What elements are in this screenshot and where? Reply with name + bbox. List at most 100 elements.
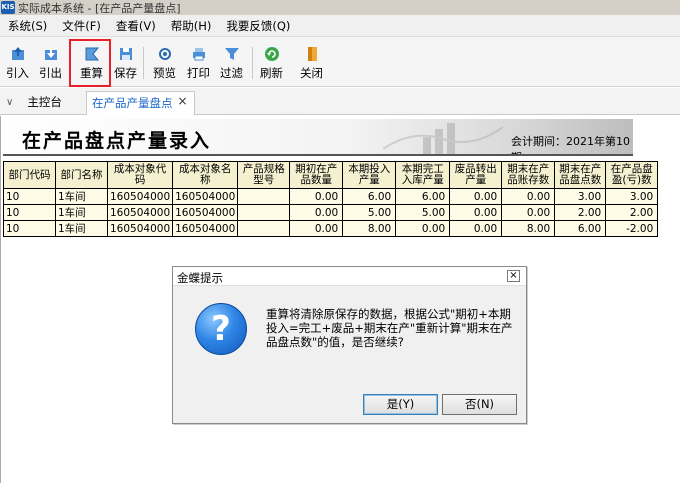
column-header[interactable]: 成本对象代码 xyxy=(106,161,174,189)
filter-button[interactable]: 过滤 xyxy=(220,42,243,84)
accounting-period: 会计期间：2021年第10期 xyxy=(511,135,630,154)
save-button[interactable]: 保存 xyxy=(114,42,137,84)
table-cell[interactable]: 160504000 xyxy=(172,220,239,237)
column-header[interactable]: 成本对象名称 xyxy=(172,161,239,189)
tab-home-label: 主控台 xyxy=(27,95,62,109)
table-cell[interactable]: 2.00 xyxy=(554,204,607,221)
table-cell[interactable]: 1车间 xyxy=(55,188,108,205)
toolbar-separator xyxy=(252,47,253,79)
table-cell[interactable]: 8.00 xyxy=(342,220,397,237)
print-button[interactable]: 打印 xyxy=(187,42,210,84)
column-header[interactable]: 期初在产品数量 xyxy=(289,161,344,189)
table-cell[interactable]: 6.00 xyxy=(554,220,607,237)
page-banner: 在产品盘点产量录入 会计期间：2021年第10期 xyxy=(3,119,633,156)
column-header[interactable]: 废品转出产量 xyxy=(449,161,503,189)
tab-home[interactable]: ∨ 主控台 xyxy=(6,94,62,110)
refresh-button[interactable]: 刷新 xyxy=(260,42,283,84)
table-cell[interactable]: 160504000 xyxy=(106,204,174,221)
export-icon xyxy=(42,45,60,63)
table-row[interactable]: 10 1车间 160504000 160504000 0.00 8.00 0.0… xyxy=(3,220,659,237)
table-row[interactable]: 10 1车间 160504000 160504000 0.00 6.00 6.0… xyxy=(3,188,659,205)
menu-help[interactable]: 帮助(H) xyxy=(163,18,219,34)
table-cell[interactable]: 6.00 xyxy=(395,188,451,205)
table-cell[interactable] xyxy=(237,220,291,237)
table-cell[interactable] xyxy=(237,204,291,221)
title-bar: KIS 实际成本系统 - [在产品产量盘点] xyxy=(0,0,680,15)
column-header[interactable]: 部门名称 xyxy=(55,161,108,189)
column-header[interactable]: 本期投入产量 xyxy=(342,161,397,189)
table-cell[interactable]: -2.00 xyxy=(605,220,659,237)
table-cell[interactable]: 3.00 xyxy=(605,188,659,205)
menu-file[interactable]: 文件(F) xyxy=(54,18,108,34)
table-cell[interactable]: 160504000 xyxy=(106,188,174,205)
toolbar-separator xyxy=(143,47,144,79)
table-cell[interactable]: 160504000 xyxy=(172,204,239,221)
preview-icon xyxy=(156,45,174,63)
table-cell[interactable]: 0.00 xyxy=(289,188,344,205)
table-cell[interactable]: 0.00 xyxy=(289,204,344,221)
menu-bar: 系统(S) 文件(F) 查看(V) 帮助(H) 我要反馈(Q) xyxy=(0,15,680,37)
table-cell[interactable]: 0.00 xyxy=(289,220,344,237)
preview-button[interactable]: 预览 xyxy=(153,42,176,84)
refresh-icon xyxy=(263,45,281,63)
table-cell[interactable]: 5.00 xyxy=(395,204,451,221)
table-cell[interactable]: 0.00 xyxy=(501,204,556,221)
table-cell[interactable]: 1车间 xyxy=(55,220,108,237)
save-icon xyxy=(117,45,135,63)
table-cell[interactable]: 0.00 xyxy=(449,188,503,205)
table-cell[interactable]: 6.00 xyxy=(342,188,397,205)
window-title: 实际成本系统 - [在产品产量盘点] xyxy=(18,1,181,15)
table-cell[interactable]: 10 xyxy=(3,188,56,205)
table-cell[interactable]: 1车间 xyxy=(55,204,108,221)
column-header[interactable]: 产品规格型号 xyxy=(237,161,291,189)
column-header[interactable]: 部门代码 xyxy=(3,161,56,189)
column-header[interactable]: 期末在产品账存数 xyxy=(501,161,556,189)
column-header[interactable]: 期末在产品盘点数 xyxy=(554,161,607,189)
table-cell[interactable]: 0.00 xyxy=(501,188,556,205)
question-icon: ? xyxy=(195,303,247,355)
menu-system[interactable]: 系统(S) xyxy=(0,18,54,34)
table-header-row: 部门代码 部门名称 成本对象代码 成本对象名称 产品规格型号 期初在产品数量 本… xyxy=(3,161,659,189)
printer-icon xyxy=(190,45,208,63)
dialog-message: 重算将清除原保存的数据，根据公式"期初+本期投入=完工+废品+期末在产"重新计算… xyxy=(266,307,513,349)
stock-count-table: 部门代码 部门名称 成本对象代码 成本对象名称 产品规格型号 期初在产品数量 本… xyxy=(3,161,659,237)
tab-active-label: 在产品产量盘点 xyxy=(92,96,173,110)
table-cell[interactable]: 10 xyxy=(3,220,56,237)
filter-icon xyxy=(223,45,241,63)
column-header[interactable]: 本期完工入库产量 xyxy=(395,161,451,189)
table-cell[interactable]: 10 xyxy=(3,204,56,221)
page-title: 在产品盘点产量录入 xyxy=(22,130,212,152)
import-icon xyxy=(9,45,27,63)
table-cell[interactable]: 160504000 xyxy=(106,220,174,237)
table-cell[interactable]: 160504000 xyxy=(172,188,239,205)
chevron-down-icon[interactable]: ∨ xyxy=(6,97,13,108)
table-cell[interactable]: 8.00 xyxy=(501,220,556,237)
table-row[interactable]: 10 1车间 160504000 160504000 0.00 5.00 5.0… xyxy=(3,204,659,221)
confirm-dialog: 金蝶提示 × ? 重算将清除原保存的数据，根据公式"期初+本期投入=完工+废品+… xyxy=(172,266,527,424)
menu-feedback[interactable]: 我要反馈(Q) xyxy=(218,18,297,34)
app-logo-icon: KIS xyxy=(1,1,15,14)
table-cell[interactable] xyxy=(237,188,291,205)
yes-button[interactable]: 是(Y) xyxy=(363,394,438,415)
table-cell[interactable]: 0.00 xyxy=(449,220,503,237)
tab-strip: ∨ 主控台 在产品产量盘点 × xyxy=(0,88,680,115)
column-header[interactable]: 在产品盘盈(亏)数 xyxy=(605,161,659,189)
exit-icon xyxy=(303,45,321,63)
table-cell[interactable]: 0.00 xyxy=(449,204,503,221)
close-icon[interactable]: × xyxy=(178,95,188,108)
table-cell[interactable]: 0.00 xyxy=(395,220,451,237)
tab-stock-count[interactable]: 在产品产量盘点 × xyxy=(86,91,195,115)
dialog-close-icon[interactable]: × xyxy=(507,270,520,282)
export-button[interactable]: 引出 xyxy=(39,42,62,84)
table-cell[interactable]: 3.00 xyxy=(554,188,607,205)
menu-view[interactable]: 查看(V) xyxy=(108,18,163,34)
dialog-title-bar: 金蝶提示 × xyxy=(173,267,526,286)
dialog-title: 金蝶提示 xyxy=(177,271,223,285)
banner-decoration-icon xyxy=(383,123,503,154)
no-button[interactable]: 否(N) xyxy=(442,394,517,415)
recalc-highlight-box xyxy=(69,39,111,87)
import-button[interactable]: 引入 xyxy=(6,42,29,84)
table-cell[interactable]: 5.00 xyxy=(342,204,397,221)
close-button[interactable]: 关闭 xyxy=(300,42,323,84)
table-cell[interactable]: 2.00 xyxy=(605,204,659,221)
